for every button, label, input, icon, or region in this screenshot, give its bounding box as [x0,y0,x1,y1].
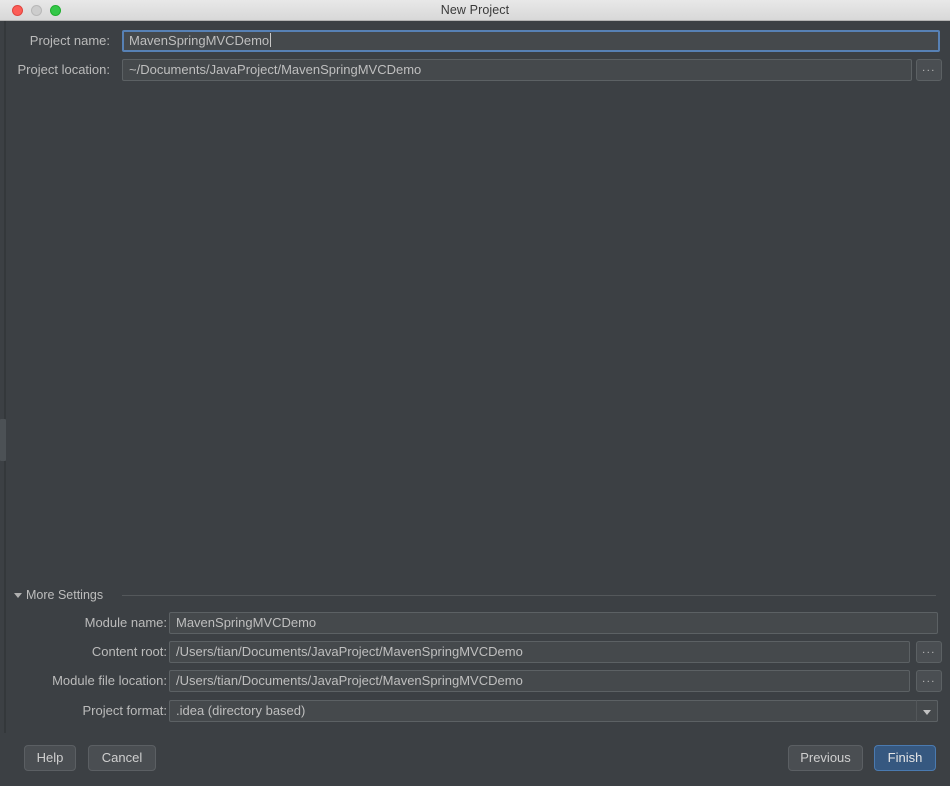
project-name-value: MavenSpringMVCDemo [129,33,270,48]
project-location-label: Project location: [17,62,111,77]
module-name-input[interactable]: MavenSpringMVCDemo [169,612,938,634]
project-name-label: Project name: [29,33,110,48]
content-root-browse-button[interactable]: ... [916,641,942,663]
module-name-label: Module name: [84,615,167,630]
vertical-scrollbar-thumb[interactable] [0,419,6,461]
content-root-label: Content root: [91,644,167,659]
new-project-dialog: New Project Project name: MavenSpringMVC… [0,0,950,786]
help-button[interactable]: Help [24,745,76,771]
finish-button[interactable]: Finish [874,745,936,771]
project-location-input[interactable]: ~/Documents/JavaProject/MavenSpringMVCDe… [122,59,912,81]
chevron-down-icon [14,593,22,598]
project-name-input[interactable]: MavenSpringMVCDemo [122,30,940,52]
module-file-location-label: Module file location: [52,673,167,688]
more-settings-label: More Settings [26,588,104,602]
module-file-location-input[interactable]: /Users/tian/Documents/JavaProject/MavenS… [169,670,910,692]
window-title: New Project [440,3,510,17]
chevron-down-icon [923,710,931,715]
dialog-content: Project name: MavenSpringMVCDemo Project… [0,21,950,786]
text-caret [270,33,272,47]
more-settings-section-header[interactable]: More Settings [14,587,936,603]
previous-button[interactable]: Previous [788,745,863,771]
content-root-input[interactable]: /Users/tian/Documents/JavaProject/MavenS… [169,641,910,663]
section-separator [122,595,936,596]
project-format-dropdown-button[interactable] [916,700,938,722]
cancel-button[interactable]: Cancel [88,745,156,771]
project-location-browse-button[interactable]: ... [916,59,942,81]
project-format-label: Project format: [82,703,167,718]
project-format-select[interactable]: .idea (directory based) [169,700,938,722]
module-file-location-browse-button[interactable]: ... [916,670,942,692]
title-bar: New Project [0,0,950,21]
